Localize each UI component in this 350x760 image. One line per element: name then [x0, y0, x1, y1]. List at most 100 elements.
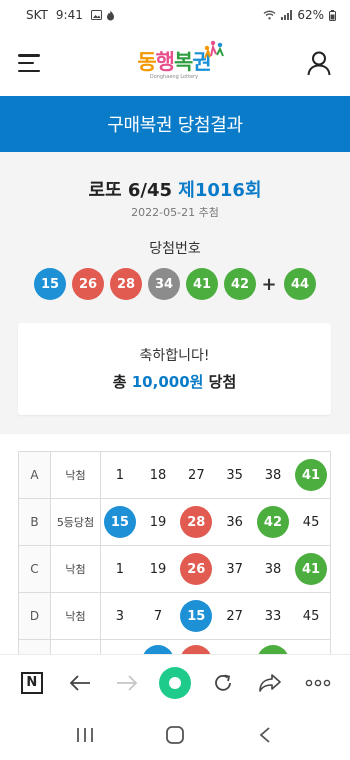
ticket-row: D 낙첨 3 7 15 27 33 45 [18, 592, 332, 640]
home-icon[interactable] [155, 715, 195, 755]
home-dot-icon[interactable] [157, 665, 193, 701]
ticket-number-cell: 1 [100, 451, 139, 499]
battery-icon [329, 9, 336, 21]
winning-ball: 42 [224, 268, 256, 300]
matched-number-ball: 41 [295, 459, 328, 491]
ticket-number-cell: 42 [253, 498, 293, 546]
back-icon[interactable] [245, 715, 285, 755]
ticket-number-cell: 36 [215, 498, 254, 546]
winning-ball: 26 [72, 268, 104, 300]
more-dots-icon[interactable] [300, 665, 336, 701]
ticket-row: C 낙첨 1 19 26 37 38 41 [18, 545, 332, 593]
status-left: SKT 9:41 [26, 8, 115, 22]
page-title: 구매복권 당첨결과 [107, 115, 243, 136]
matched-number-ball: 42 [256, 506, 289, 538]
ticket-number: 35 [226, 467, 243, 483]
ticket-number: 1 [115, 561, 125, 577]
hamburger-menu-icon[interactable] [18, 54, 42, 72]
ticket-number-cell: 3 [100, 592, 139, 640]
prize-amount: 10,000원 [131, 373, 204, 391]
draw-date: 2022-05-21 추첨 [131, 206, 219, 219]
ticket-number: 45 [302, 608, 320, 624]
refresh-icon[interactable] [205, 665, 241, 701]
ticket-number-cell [100, 639, 139, 654]
carrier-label: SKT [26, 8, 48, 22]
ticket-number: 33 [264, 608, 282, 624]
naver-n-icon[interactable]: N [14, 665, 50, 701]
forward-arrow-icon[interactable] [109, 665, 145, 701]
winning-ball: 15 [34, 268, 66, 300]
winning-numbers-label: 당첨번호 [149, 241, 201, 257]
result-card: 축하합니다! 총 10,000원 당첨 [18, 323, 331, 415]
ticket-number-cell: 45 [292, 592, 332, 640]
ticket-number-cell: 35 [215, 451, 254, 499]
ticket-line-result: 낙첨 [50, 451, 101, 499]
ticket-number: 36 [226, 514, 243, 530]
prize-prefix: 총 [112, 373, 127, 391]
prize-line: 총 10,000원 당첨 [18, 371, 331, 392]
app-header: 동행복권 Donghaeng Lottery [0, 30, 350, 96]
draw-round: 제1016회 [178, 180, 262, 201]
gallery-icon [90, 10, 102, 20]
ticket-line-label: C [18, 545, 51, 593]
draw-title: 로또 6/45 제1016회 [0, 176, 350, 202]
donghaeng-lottery-logo[interactable]: 동행복권 Donghaeng Lottery [137, 40, 224, 80]
matched-number-ball: 26 [180, 553, 213, 585]
back-arrow-icon[interactable] [62, 665, 98, 701]
bonus-ball: 44 [284, 268, 316, 300]
ticket-number: 38 [264, 561, 282, 577]
ticket-number: 38 [264, 467, 282, 483]
ticket-number-cell: 1 [100, 545, 139, 593]
ticket-number: 18 [149, 467, 167, 483]
ticket-number-cell: 28 [177, 498, 216, 546]
ticket-line-result: 낙첨 [50, 545, 101, 593]
ticket-number-cell [253, 639, 293, 654]
ticket-number: 7 [153, 608, 163, 624]
ticket-number-cell: 19 [138, 498, 178, 546]
congrats-text: 축하합니다! [139, 348, 210, 364]
matched-number-ball: 28 [180, 506, 213, 538]
prize-suffix: 당첨 [208, 373, 237, 391]
ticket-number-cell: 27 [177, 451, 216, 499]
logo-wordmark: 동행복권 [137, 50, 211, 74]
wifi-icon [263, 10, 276, 20]
winning-ball: 34 [148, 268, 180, 300]
logo-figures-icon [203, 40, 224, 59]
ticket-number-cell: 15 [177, 592, 216, 640]
winning-ball: 41 [186, 268, 218, 300]
recent-apps-icon[interactable] [65, 715, 105, 755]
matched-number-ball [141, 645, 174, 654]
ticket-number-cell: 7 [138, 592, 178, 640]
matched-number-ball: 15 [180, 600, 213, 632]
ticket-number: 19 [149, 514, 167, 530]
ticket-number-cell: 18 [138, 451, 178, 499]
ticket-number: 45 [302, 514, 320, 530]
share-icon[interactable] [252, 665, 288, 701]
ticket-number: 37 [226, 561, 243, 577]
ticket-line-result [50, 639, 101, 654]
game-name: 로또 6/45 [88, 180, 173, 201]
ticket-number-cell: 38 [253, 545, 293, 593]
ticket-number-cell: 41 [292, 451, 332, 499]
ticket-number: 27 [188, 467, 205, 483]
page-title-band: 구매복권 당첨결과 [0, 96, 350, 152]
ticket-number-cell [215, 639, 254, 654]
battery-percent: 62% [297, 8, 324, 22]
ticket-number-cell [292, 639, 332, 654]
ticket-number: 1 [115, 467, 125, 483]
matched-number-ball [180, 645, 213, 654]
clock: 9:41 [55, 8, 83, 22]
ticket-number-cell: 27 [215, 592, 254, 640]
ticket-number: 19 [149, 561, 167, 577]
ticket-number-cell [138, 639, 178, 654]
status-right: 62% [263, 8, 336, 22]
matched-number-ball: 41 [295, 553, 328, 585]
ticket-number-cell: 15 [100, 498, 139, 546]
ticket-line-label: B [18, 498, 51, 546]
ticket-line-label: D [18, 592, 51, 640]
ticket-row: A 낙첨 1 18 27 35 38 41 [18, 451, 332, 499]
winning-numbers: 15 26 28 34 41 42 +44 [34, 268, 322, 300]
flame-icon [106, 10, 114, 20]
user-account-icon[interactable] [306, 50, 332, 76]
winning-ball: 28 [110, 268, 142, 300]
